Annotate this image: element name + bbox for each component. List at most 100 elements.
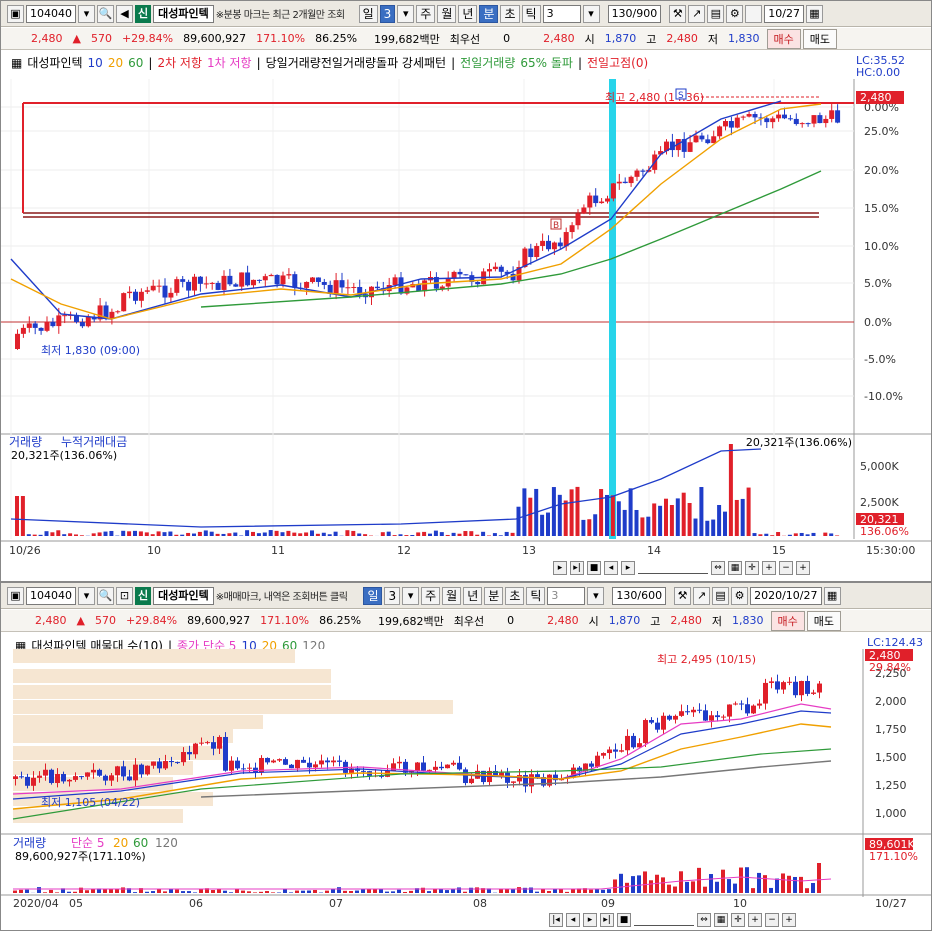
zoom-in-icon[interactable]: + (762, 561, 776, 575)
tab-day[interactable]: 일 (358, 4, 378, 23)
unit-dropdown-icon[interactable]: ▾ (587, 586, 605, 605)
zoom-in-icon[interactable]: + (748, 913, 762, 927)
count-field[interactable]: 130/600 (612, 586, 667, 605)
tab-week[interactable]: 주 (416, 4, 436, 23)
unit-dropdown-icon[interactable]: ▾ (582, 4, 600, 23)
intraday-price-chart[interactable]: 0.00%25.0%20.0%15.0%10.0%5.0%0.0%-5.0%-1… (1, 79, 931, 564)
tab-year[interactable]: 년 (463, 586, 483, 605)
price-axis-label: 1,000 (875, 807, 907, 820)
zoom-out-icon[interactable]: − (779, 561, 793, 575)
buy-button[interactable]: 매수 (770, 610, 805, 631)
calendar-icon[interactable]: ▦ (823, 586, 841, 605)
draw-icon[interactable]: ↗ (693, 586, 711, 605)
sell-button[interactable]: 매도 (802, 28, 838, 49)
next-icon[interactable]: ▸ (621, 561, 635, 575)
stop-icon[interactable]: ■ (587, 561, 601, 575)
draw-icon[interactable]: ↗ (688, 4, 706, 23)
candle (643, 720, 648, 744)
candle (581, 207, 587, 214)
candle (13, 776, 18, 779)
volume-bar (274, 530, 279, 536)
zoom-out-icon[interactable]: − (765, 913, 779, 927)
scroll-start-icon[interactable]: |◂ (549, 913, 563, 927)
tab-year[interactable]: 년 (458, 4, 478, 23)
period-dropdown-icon[interactable]: ▾ (397, 4, 415, 23)
high-price: 2,480 (670, 614, 702, 627)
candle (274, 274, 280, 285)
window-icon[interactable]: ▣ (7, 4, 24, 23)
volume-bar (551, 487, 556, 536)
tab-second[interactable]: 초 (500, 4, 520, 23)
volume-bar (151, 891, 155, 893)
legend-icon[interactable]: ▦ (11, 56, 22, 70)
scroll-left-icon[interactable]: ◂ (566, 913, 580, 927)
period-dropdown-icon[interactable]: ▾ (402, 586, 420, 605)
grid-icon[interactable]: ▦ (714, 913, 728, 927)
candle (723, 121, 728, 127)
prev-icon[interactable]: ◂ (604, 561, 618, 575)
add-icon[interactable]: + (796, 561, 810, 575)
tab-second[interactable]: 초 (505, 586, 525, 605)
tools-icon[interactable]: ⚒ (674, 586, 692, 605)
stock-name[interactable]: 대성파인텍 (153, 4, 214, 23)
scroll-end-icon[interactable]: ▸| (570, 561, 584, 575)
scroll-end-icon[interactable]: ▸| (600, 913, 614, 927)
tab-tick[interactable]: 틱 (526, 586, 546, 605)
stock-code-input[interactable]: 104040 (26, 4, 76, 23)
date-field[interactable]: 10/27 (764, 4, 804, 23)
period-select[interactable]: 3 (379, 4, 396, 23)
volume-bar (357, 533, 362, 536)
search-icon[interactable]: 🔍 (97, 4, 114, 23)
tab-minute[interactable]: 분 (479, 4, 499, 23)
scroll-right-icon[interactable]: ▸ (553, 561, 567, 575)
period-select[interactable]: 3 (384, 586, 401, 605)
tab-week[interactable]: 주 (421, 586, 441, 605)
window-icon[interactable]: ▣ (7, 586, 24, 605)
tab-month[interactable]: 월 (437, 4, 457, 23)
count-field[interactable]: 130/900 (607, 4, 662, 23)
link-icon[interactable]: ⊡ (116, 586, 133, 605)
zoom-slider[interactable] (634, 914, 694, 926)
add-icon[interactable]: + (782, 913, 796, 927)
candle (256, 279, 262, 281)
tab-tick[interactable]: 틱 (521, 4, 541, 23)
fit-icon[interactable]: ⇔ (697, 913, 711, 927)
speaker-icon[interactable]: ◀ (116, 4, 133, 23)
daily-price-chart[interactable]: 2,2502,0001,7501,5001,2501,0002,48029.84… (1, 649, 931, 919)
unit-select[interactable]: 3 (547, 586, 586, 605)
ask-price: 2,480 (543, 32, 575, 45)
best-value: 0 (507, 614, 515, 627)
stock-name[interactable]: 대성파인텍 (153, 586, 214, 605)
gear-icon[interactable]: ⚙ (731, 586, 749, 605)
cursor-icon[interactable]: ✛ (731, 913, 745, 927)
volume-bar (557, 494, 562, 536)
dropdown-icon[interactable]: ▾ (78, 586, 95, 605)
cursor-icon[interactable]: ✛ (745, 561, 759, 575)
candle (345, 287, 351, 289)
stop-icon[interactable]: ■ (617, 913, 631, 927)
tab-minute[interactable]: 분 (484, 586, 504, 605)
volume-profile-band (13, 715, 263, 729)
candle (319, 760, 324, 765)
volume-bar (233, 532, 238, 536)
candle (85, 772, 90, 777)
sell-button[interactable]: 매도 (806, 610, 842, 631)
search-icon[interactable]: 🔍 (97, 586, 114, 605)
unit-select[interactable]: 3 (542, 4, 581, 23)
buy-button[interactable]: 매수 (766, 28, 801, 49)
checkbox[interactable] (745, 4, 763, 23)
date-field[interactable]: 2020/10/27 (750, 586, 822, 605)
stock-code-input[interactable]: 104040 (26, 586, 76, 605)
dropdown-icon[interactable]: ▾ (78, 4, 95, 23)
tab-month[interactable]: 월 (442, 586, 462, 605)
grid-icon[interactable]: ▦ (728, 561, 742, 575)
scroll-right-icon[interactable]: ▸ (583, 913, 597, 927)
calendar-icon[interactable]: ▦ (805, 4, 823, 23)
tools-icon[interactable]: ⚒ (669, 4, 687, 23)
tab-day[interactable]: 일 (363, 586, 383, 605)
zoom-slider[interactable] (638, 562, 708, 574)
fit-icon[interactable]: ⇔ (711, 561, 725, 575)
gear-icon[interactable]: ⚙ (726, 4, 744, 23)
save-icon[interactable]: ▤ (707, 4, 725, 23)
save-icon[interactable]: ▤ (712, 586, 730, 605)
